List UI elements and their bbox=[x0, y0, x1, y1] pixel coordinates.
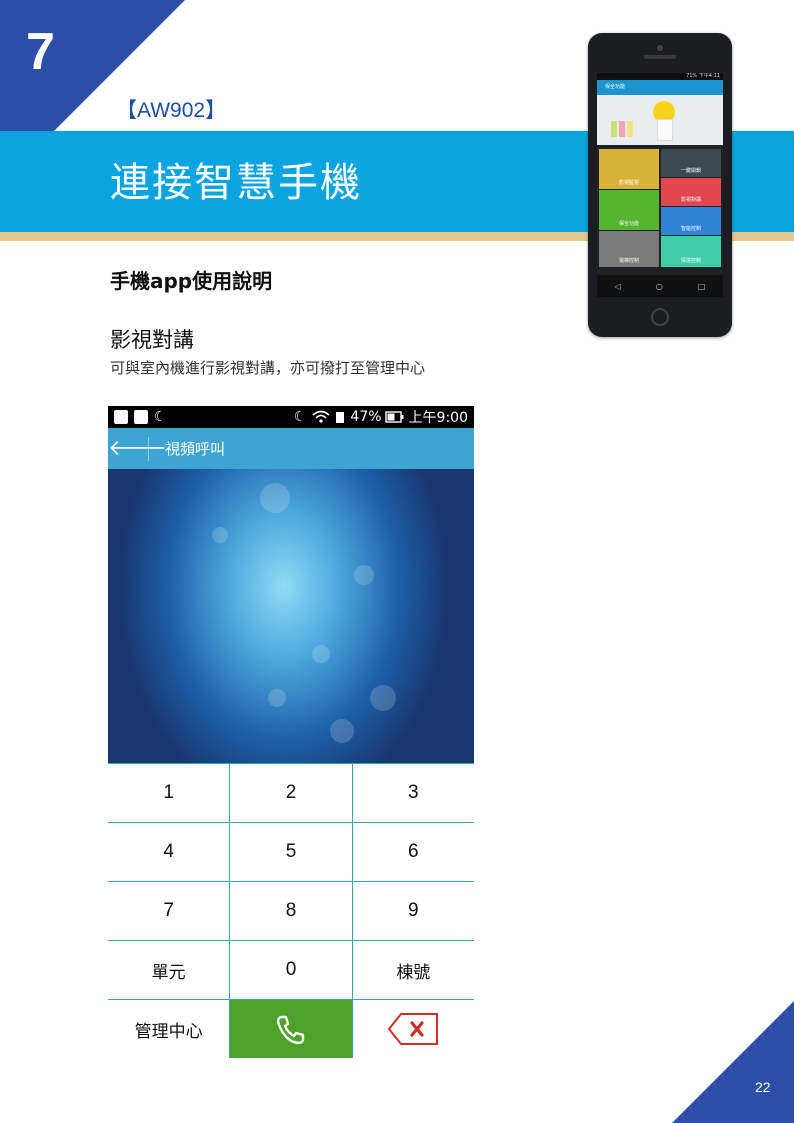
bokeh-light bbox=[354, 565, 374, 585]
battery-percent: 47% bbox=[350, 409, 382, 425]
bokeh-light bbox=[268, 689, 286, 707]
keypad-row: 7 8 9 bbox=[108, 882, 474, 941]
call-button[interactable] bbox=[230, 1000, 353, 1058]
tile-label: 智能控制 bbox=[680, 226, 701, 232]
phone-status-bar: 71% 下午4:11 bbox=[597, 73, 723, 80]
phone-icon bbox=[276, 1015, 305, 1045]
video-preview bbox=[108, 469, 474, 763]
key-unit[interactable]: 單元 bbox=[108, 941, 231, 999]
tile-label: 一鍵開鎖 bbox=[680, 168, 701, 174]
key-6[interactable]: 6 bbox=[353, 823, 474, 881]
notification-icon bbox=[114, 410, 128, 424]
subheading: 手機app使用說明 bbox=[110, 269, 273, 293]
keypad-row: 1 2 3 bbox=[108, 764, 474, 823]
phone-speaker bbox=[644, 55, 676, 59]
cup-image bbox=[627, 121, 633, 137]
tile-video-monitor: 影視監視 bbox=[599, 149, 659, 189]
key-0[interactable]: 0 bbox=[230, 941, 353, 999]
signal-icon bbox=[336, 412, 345, 423]
home-circle-icon: ○ bbox=[655, 281, 663, 291]
phone-camera bbox=[657, 45, 663, 51]
cup-image bbox=[619, 121, 625, 137]
tile-label: 保全功能 bbox=[618, 221, 639, 227]
key-5[interactable]: 5 bbox=[230, 823, 353, 881]
tile-scene: 情境控制 bbox=[661, 236, 721, 267]
bokeh-light bbox=[312, 645, 330, 663]
clock: 上午9:00 bbox=[408, 410, 468, 426]
screen-title: 視頻呼叫 bbox=[165, 440, 226, 458]
tile-label: 影視監視 bbox=[618, 180, 639, 186]
back-arrow-icon[interactable]: 🡐 bbox=[108, 436, 167, 461]
key-7[interactable]: 7 bbox=[108, 882, 231, 940]
back-triangle-icon: ◁ bbox=[614, 281, 621, 291]
keypad-action-row: 管理中心 bbox=[108, 1000, 474, 1058]
tile-intercom: 影視對講 bbox=[661, 178, 721, 206]
tile-label: 電梯控制 bbox=[618, 258, 639, 264]
delete-button[interactable] bbox=[353, 1000, 474, 1058]
key-2[interactable]: 2 bbox=[230, 764, 353, 822]
status-bar: ☾ ☾ 47% 上午9:00 bbox=[108, 406, 474, 428]
phone-mockup: 71% 下午4:11 保全功能 影視監視 一鍵開鎖 影視對講 保全功能 智能控制… bbox=[588, 33, 732, 337]
vase-image bbox=[657, 119, 673, 141]
phone-home-button bbox=[651, 308, 669, 326]
tile-label: 情境控制 bbox=[680, 258, 701, 264]
corner-decoration-bottom bbox=[672, 1001, 794, 1123]
model-label: 【AW902】 bbox=[116, 99, 227, 122]
key-3[interactable]: 3 bbox=[353, 764, 474, 822]
moon-icon: ☾ bbox=[293, 409, 307, 425]
tile-smart-control: 智能控制 bbox=[661, 207, 721, 235]
key-8[interactable]: 8 bbox=[230, 882, 353, 940]
backspace-icon bbox=[388, 1013, 439, 1045]
tile-security: 保全功能 bbox=[599, 190, 659, 230]
page-number: 22 bbox=[755, 1079, 771, 1095]
dial-keypad: 1 2 3 4 5 6 7 8 9 單元 0 棟號 管理中心 bbox=[108, 763, 474, 1058]
key-4[interactable]: 4 bbox=[108, 823, 231, 881]
image-notification-icon bbox=[134, 410, 148, 424]
phone-hero-image bbox=[597, 95, 723, 145]
management-center-button[interactable]: 管理中心 bbox=[108, 1000, 231, 1058]
keypad-row: 單元 0 棟號 bbox=[108, 941, 474, 1000]
phone-screen: 71% 下午4:11 保全功能 影視監視 一鍵開鎖 影視對講 保全功能 智能控制… bbox=[597, 73, 723, 297]
recents-square-icon: □ bbox=[697, 281, 706, 291]
section-title: 影視對講 bbox=[110, 328, 194, 352]
phone-tile-grid: 影視監視 一鍵開鎖 影視對講 保全功能 智能控制 電梯控制 情境控制 bbox=[599, 149, 721, 271]
bokeh-light bbox=[370, 685, 396, 711]
keypad-row: 4 5 6 bbox=[108, 823, 474, 882]
tile-elevator: 電梯控制 bbox=[599, 231, 659, 267]
bokeh-light bbox=[260, 483, 290, 513]
bokeh-light bbox=[212, 527, 228, 543]
app-screenshot: ☾ ☾ 47% 上午9:00 🡐 視頻呼叫 1 2 3 4 5 6 7 8 9 … bbox=[108, 406, 474, 1058]
key-9[interactable]: 9 bbox=[353, 882, 474, 940]
phone-app-title: 保全功能 bbox=[597, 80, 723, 95]
battery-icon bbox=[384, 411, 404, 423]
app-toolbar: 🡐 視頻呼叫 bbox=[108, 428, 474, 469]
phone-nav-bar: ◁ ○ □ bbox=[597, 275, 723, 297]
bokeh-light bbox=[330, 719, 354, 743]
wifi-icon bbox=[312, 410, 330, 423]
key-1[interactable]: 1 bbox=[108, 764, 231, 822]
tile-label: 影視對講 bbox=[680, 197, 701, 203]
moon-icon: ☾ bbox=[154, 409, 167, 425]
key-building[interactable]: 棟號 bbox=[353, 941, 474, 999]
tile-unlock: 一鍵開鎖 bbox=[661, 149, 721, 177]
page-title: 連接智慧手機 bbox=[110, 160, 362, 206]
chapter-number: 7 bbox=[26, 23, 55, 81]
cup-image bbox=[611, 121, 617, 137]
section-description: 可與室內機進行影視對講，亦可撥打至管理中心 bbox=[110, 359, 426, 377]
